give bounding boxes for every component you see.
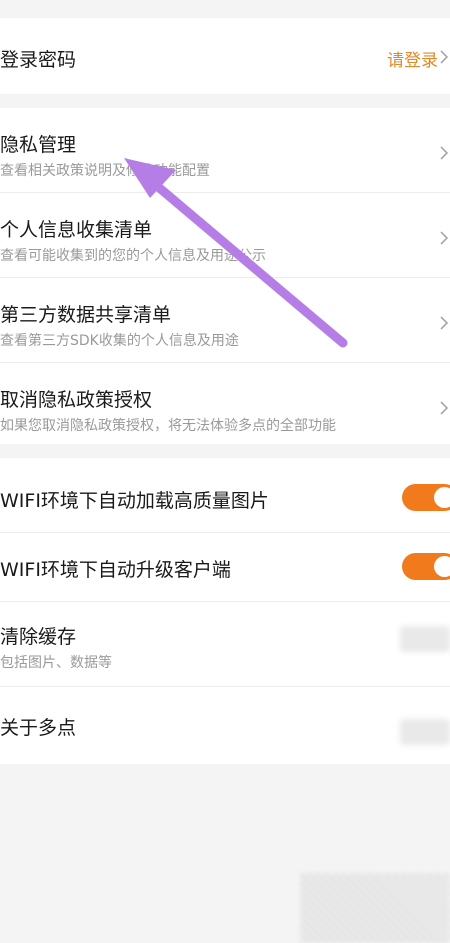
clear-cache-subtitle: 包括图片、数据等 (0, 655, 112, 671)
about-label: 关于多点 (0, 717, 77, 739)
third-party-sharing-row[interactable]: 第三方数据共享清单 查看第三方SDK收集的个人信息及用途 (0, 278, 450, 362)
general-settings-group: WIFI环境下自动加载高质量图片 WIFI环境下自动升级客户端 清除缓存 包括图… (0, 458, 450, 764)
wifi-hd-images-label: WIFI环境下自动加载高质量图片 (0, 490, 269, 512)
account-group: 登录密码 (0, 18, 450, 94)
wifi-hd-images-toggle[interactable] (402, 484, 450, 511)
chevron-right-icon (440, 146, 448, 160)
privacy-management-row[interactable]: 隐私管理 查看相关政策说明及修改功能配置 (0, 108, 450, 192)
settings-page: 登录密码 请登录 隐私管理 查看相关政策说明及修改功能配置 个人信息收集清单 查… (0, 0, 450, 943)
wifi-hd-images-row: WIFI环境下自动加载高质量图片 (0, 458, 450, 532)
revoke-privacy-subtitle: 如果您取消隐私政策授权，将无法体验多点的全部功能 (0, 418, 336, 434)
version-value (400, 719, 450, 745)
watermark-noise (300, 873, 450, 943)
toggle-knob (434, 487, 450, 508)
login-password-row[interactable]: 登录密码 (0, 18, 450, 94)
about-row[interactable]: 关于多点 (0, 687, 450, 764)
chevron-right-icon (440, 316, 448, 330)
login-password-label: 登录密码 (0, 49, 77, 71)
third-party-sharing-title: 第三方数据共享清单 (0, 304, 172, 326)
cache-size-value (400, 626, 450, 652)
privacy-management-subtitle: 查看相关政策说明及修改功能配置 (0, 163, 210, 179)
clear-cache-label: 清除缓存 (0, 626, 77, 648)
chevron-right-icon (440, 231, 448, 245)
wifi-auto-upgrade-toggle[interactable] (402, 553, 450, 580)
toggle-knob (434, 556, 450, 577)
third-party-sharing-subtitle: 查看第三方SDK收集的个人信息及用途 (0, 333, 239, 349)
revoke-privacy-row[interactable]: 取消隐私政策授权 如果您取消隐私政策授权，将无法体验多点的全部功能 (0, 363, 450, 444)
personal-info-list-row[interactable]: 个人信息收集清单 查看可能收集到的您的个人信息及用途公示 (0, 193, 450, 277)
privacy-management-title: 隐私管理 (0, 134, 77, 156)
personal-info-list-title: 个人信息收集清单 (0, 219, 153, 241)
chevron-right-icon (440, 401, 448, 415)
revoke-privacy-title: 取消隐私政策授权 (0, 389, 153, 411)
wifi-auto-upgrade-row: WIFI环境下自动升级客户端 (0, 533, 450, 601)
personal-info-list-subtitle: 查看可能收集到的您的个人信息及用途公示 (0, 248, 266, 264)
clear-cache-row[interactable]: 清除缓存 包括图片、数据等 (0, 602, 450, 686)
chevron-right-icon (440, 50, 448, 64)
privacy-group: 隐私管理 查看相关政策说明及修改功能配置 个人信息收集清单 查看可能收集到的您的… (0, 108, 450, 444)
wifi-auto-upgrade-label: WIFI环境下自动升级客户端 (0, 559, 231, 581)
login-link[interactable]: 请登录 (387, 46, 438, 71)
